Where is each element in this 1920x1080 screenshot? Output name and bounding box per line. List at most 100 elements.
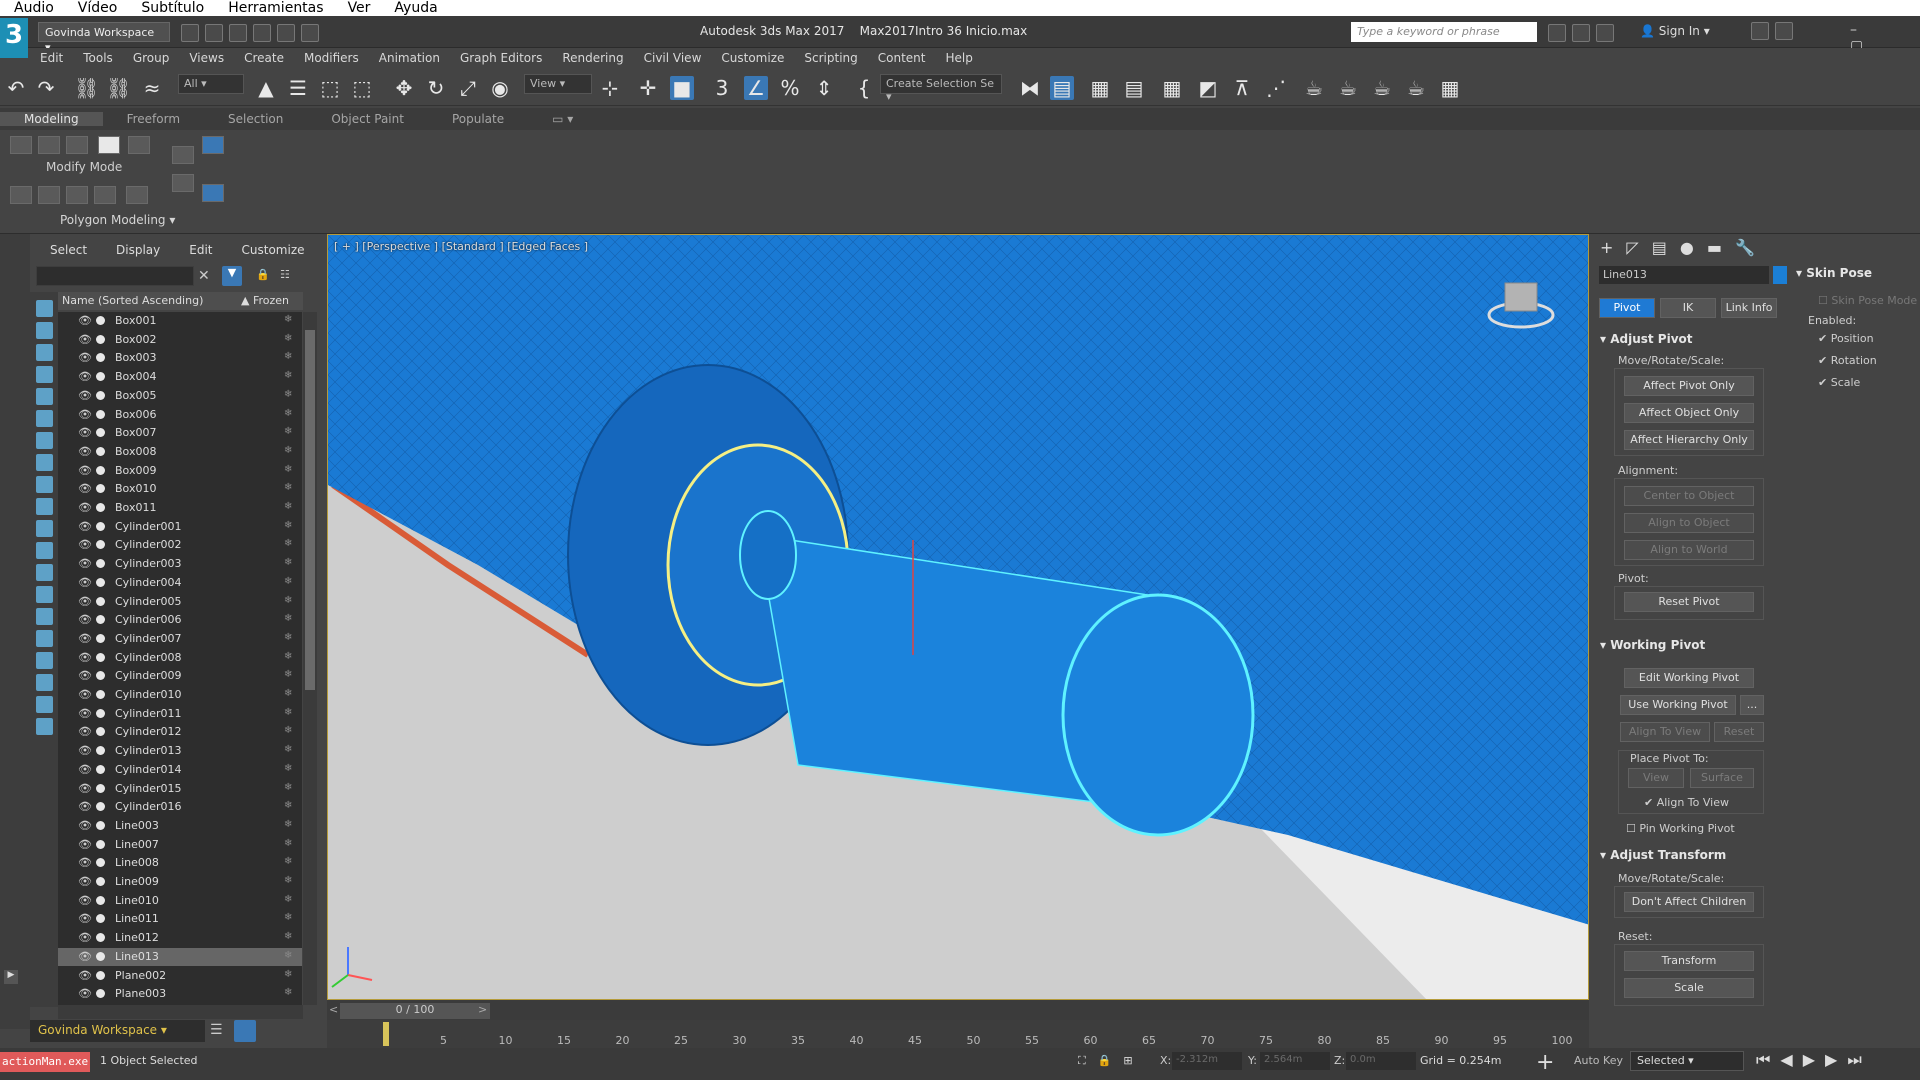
scene-list-item[interactable]: 👁 Cylinder001 ❄ — [58, 518, 302, 537]
se-menu-select[interactable]: Select — [30, 243, 96, 257]
use-working-pivot-button[interactable]: Use Working Pivot — [1620, 695, 1736, 715]
freeze-toggle-icon[interactable]: ❄ — [284, 763, 292, 774]
communication-icon[interactable] — [1572, 24, 1590, 42]
render-toggle-icon[interactable] — [96, 877, 105, 886]
freeze-toggle-icon[interactable]: ❄ — [284, 351, 292, 362]
ribbon-tool-7-icon[interactable] — [172, 174, 194, 192]
new-file-icon[interactable] — [181, 24, 199, 42]
visibility-eye-icon[interactable]: 👁 — [78, 613, 92, 626]
menu-group[interactable]: Group — [123, 51, 180, 65]
freeze-toggle-icon[interactable]: ❄ — [284, 725, 292, 736]
render-toggle-icon[interactable] — [96, 484, 105, 494]
next-frame-icon[interactable]: ▶ — [1825, 1050, 1847, 1069]
visibility-eye-icon[interactable]: 👁 — [78, 744, 92, 757]
scene-list-item[interactable]: 👁 Line007 ❄ — [58, 836, 302, 855]
undo-icon[interactable]: ↶ — [4, 76, 28, 100]
visibility-eye-icon[interactable]: 👁 — [78, 931, 92, 944]
perspective-viewport[interactable] — [327, 234, 1589, 1000]
dont-affect-children-button[interactable]: Don't Affect Children — [1624, 892, 1754, 912]
visibility-eye-icon[interactable]: 👁 — [78, 987, 92, 1000]
scene-list-item[interactable]: 👁 Box005 ❄ — [58, 387, 302, 406]
menu-help[interactable]: Help — [936, 51, 983, 65]
freeze-toggle-icon[interactable]: ❄ — [284, 669, 292, 680]
align-icon[interactable]: ▤ — [1050, 76, 1074, 100]
vertex-icon[interactable] — [10, 136, 32, 154]
render-toggle-icon[interactable] — [96, 839, 105, 849]
scene-list-item[interactable]: 👁 Box011 ❄ — [58, 499, 302, 518]
scene-list-item[interactable]: 👁 Line003 ❄ — [58, 817, 302, 836]
ribbon-tool-9-icon[interactable] — [202, 184, 224, 202]
pivot-button[interactable]: Pivot — [1599, 298, 1655, 318]
time-slider[interactable]: 0 / 100 — [340, 1003, 490, 1019]
scene-list-item[interactable]: 👁 Cylinder014 ❄ — [58, 761, 302, 780]
time-prev-icon[interactable]: < — [329, 1003, 338, 1016]
player-menu-audio[interactable]: Audio — [0, 0, 64, 16]
filter-icon[interactable]: ▼ — [222, 266, 242, 286]
render-toggle-icon[interactable] — [96, 503, 105, 512]
rendered-frame-window-icon[interactable]: ☕ — [1302, 76, 1326, 100]
scene-list-item[interactable]: 👁 Line008 ❄ — [58, 854, 302, 873]
freeze-toggle-icon[interactable]: ❄ — [284, 969, 292, 980]
minimize-icon[interactable]: – — [1850, 22, 1885, 38]
named-selection-dropdown[interactable]: Create Selection Se ▾ — [880, 74, 1002, 103]
x-coord-field[interactable]: -2.312m — [1172, 1052, 1242, 1070]
a360-gallery-icon[interactable]: ▦ — [1438, 76, 1462, 100]
render-toggle-icon[interactable] — [96, 989, 105, 999]
edge-icon[interactable] — [38, 136, 60, 154]
hierarchy-tab-icon[interactable]: ▤ — [1652, 238, 1680, 257]
player-menu-help[interactable]: Ayuda — [380, 0, 447, 16]
freeze-toggle-icon[interactable]: ❄ — [284, 333, 292, 344]
placement-icon[interactable]: ◉ — [488, 76, 512, 100]
render-toggle-icon[interactable] — [96, 390, 105, 400]
link-info-button[interactable]: Link Info — [1721, 298, 1777, 318]
isolate-icon[interactable]: ⛶ — [1078, 1054, 1098, 1067]
display-filter-icon[interactable] — [36, 344, 53, 361]
percent-snap-icon[interactable]: % — [778, 76, 802, 100]
move-icon[interactable]: ✥ — [392, 76, 416, 100]
scene-list-item[interactable]: 👁 Line013 ❄ — [58, 947, 302, 967]
scene-list-item[interactable]: 👁 Box009 ❄ — [58, 462, 302, 481]
visibility-eye-icon[interactable]: 👁 — [78, 838, 92, 851]
render-iterative-icon[interactable]: ☕ — [1370, 76, 1394, 100]
pin-working-pivot-checkbox[interactable]: ☐ Pin Working Pivot — [1626, 822, 1735, 835]
menu-customize[interactable]: Customize — [711, 51, 794, 65]
render-toggle-icon[interactable] — [96, 316, 105, 325]
scene-list-item[interactable]: 👁 Cylinder004 ❄ — [58, 574, 302, 593]
render-toggle-icon[interactable] — [96, 690, 105, 699]
freeze-toggle-icon[interactable]: ❄ — [284, 782, 292, 793]
menu-tools[interactable]: Tools — [73, 51, 123, 65]
tab-object-paint[interactable]: Object Paint — [307, 112, 428, 126]
ribbon-options-icon[interactable]: ▭ ▾ — [528, 112, 597, 126]
reset-pivot-button[interactable]: Reset Pivot — [1624, 592, 1754, 612]
window-crossing-icon[interactable]: ⬚ — [350, 76, 374, 100]
element-icon[interactable] — [128, 136, 150, 154]
freeze-toggle-icon[interactable]: ❄ — [284, 314, 292, 325]
align-to-world-button[interactable]: Align to World — [1624, 540, 1754, 560]
skin-pose-mode-checkbox[interactable]: ☐ Skin Pose Mode — [1818, 294, 1917, 307]
adjust-pivot-rollout[interactable]: ▾ Adjust Pivot — [1600, 332, 1693, 346]
affect-object-only-button[interactable]: Affect Object Only — [1624, 403, 1754, 423]
menu-graph-editors[interactable]: Graph Editors — [450, 51, 552, 65]
open-file-icon[interactable] — [205, 24, 223, 42]
current-frame-marker[interactable] — [383, 1022, 389, 1046]
workspace-bottom-selector[interactable]: Govinda Workspace ▾ — [30, 1020, 205, 1042]
visibility-eye-icon[interactable]: 👁 — [78, 370, 92, 383]
scene-explorer-search[interactable] — [36, 266, 194, 286]
visibility-eye-icon[interactable]: 👁 — [78, 408, 92, 421]
freeze-toggle-icon[interactable]: ❄ — [284, 819, 292, 830]
scene-list-item[interactable]: 👁 Box006 ❄ — [58, 406, 302, 425]
display-filter-icon[interactable] — [36, 476, 53, 493]
visibility-eye-icon[interactable]: 👁 — [78, 800, 92, 813]
select-by-name-icon[interactable]: ☰ — [286, 76, 310, 100]
player-menu-video[interactable]: Vídeo — [64, 0, 128, 16]
visibility-eye-icon[interactable]: 👁 — [78, 763, 92, 776]
transform-center-icon[interactable]: ✛ — [636, 76, 660, 100]
display-filter-icon[interactable] — [36, 564, 53, 581]
freeze-toggle-icon[interactable]: ❄ — [284, 501, 292, 512]
render-toggle-icon[interactable] — [96, 708, 105, 718]
freeze-toggle-icon[interactable]: ❄ — [284, 875, 292, 886]
visibility-eye-icon[interactable]: 👁 — [78, 950, 92, 963]
scene-list-item[interactable]: 👁 Cylinder007 ❄ — [58, 630, 302, 649]
ribbon-tool-3-icon[interactable] — [66, 186, 88, 204]
center-to-object-button[interactable]: Center to Object — [1624, 486, 1754, 506]
